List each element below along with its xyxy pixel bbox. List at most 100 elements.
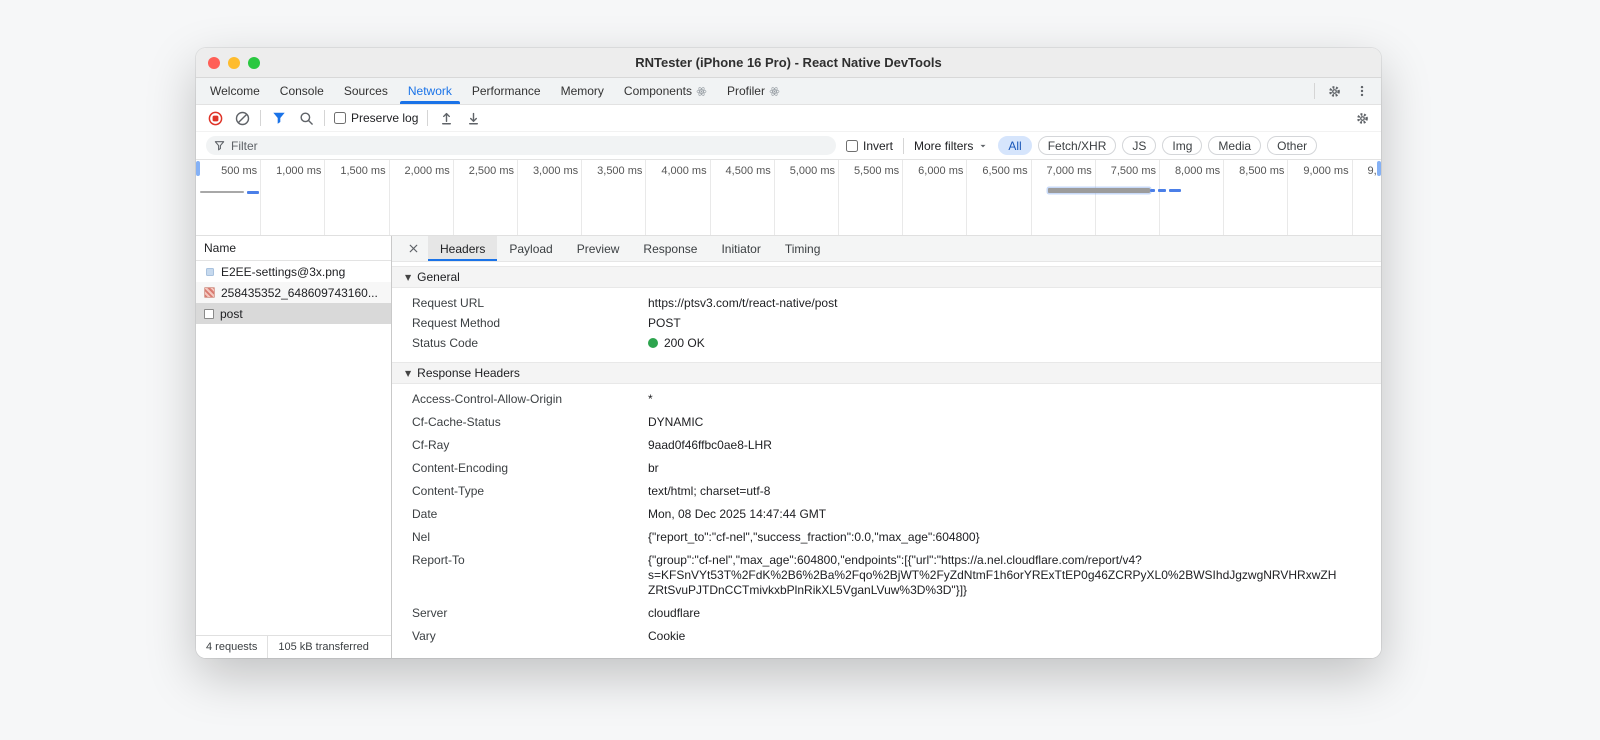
more-filters-dropdown[interactable]: More filters <box>914 139 988 153</box>
import-har-icon[interactable] <box>437 109 455 127</box>
detail-tab-payload[interactable]: Payload <box>497 236 564 261</box>
close-detail-icon[interactable] <box>404 240 422 258</box>
detail-tab-headers[interactable]: Headers <box>428 236 498 261</box>
section-header-response-headers[interactable]: ▼ Response Headers <box>392 362 1381 384</box>
window-titlebar[interactable]: RNTester (iPhone 16 Pro) - React Native … <box>196 48 1381 78</box>
header-row: Content-Type text/html; charset=utf-8 <box>392 480 1381 503</box>
header-row: Cf-Cache-Status DYNAMIC <box>392 411 1381 434</box>
main-tabs-container: Welcome Console Sources Network Performance M… <box>200 78 790 104</box>
network-toolbar: Preserve log <box>196 105 1381 132</box>
timeline-tick-label: 7,000 ms <box>1046 165 1092 177</box>
header-row: Content-Encoding br <box>392 457 1381 480</box>
timeline-gridline <box>902 160 904 235</box>
main-tab-memory[interactable]: Memory <box>551 78 614 104</box>
request-row-258435352-648609743160[interactable]: 258435352_648609743160... <box>196 282 391 303</box>
header-name: Status Code <box>412 336 479 350</box>
search-icon[interactable] <box>297 109 315 127</box>
checkbox-box <box>846 139 858 152</box>
close-window-button[interactable] <box>208 56 220 69</box>
main-tab-welcome[interactable]: Welcome <box>200 78 270 104</box>
chevron-down-icon <box>978 141 988 151</box>
type-pill-fetch-xhr[interactable]: Fetch/XHR <box>1037 136 1117 155</box>
detail-tab-response[interactable]: Response <box>631 236 709 261</box>
detail-tabs: Headers Payload Preview Response Initiator Ti… <box>392 236 1381 262</box>
requests-panel: Name E2EE-settings@3x.png 258435352_64860… <box>196 236 392 658</box>
request-name: E2EE-settings@3x.png <box>221 264 346 279</box>
name-column-header[interactable]: Name <box>196 236 391 261</box>
timeline-tick-label: 5,000 ms <box>789 165 835 177</box>
content-split: Name E2EE-settings@3x.png 258435352_64860… <box>196 236 1381 658</box>
type-pill-other[interactable]: Other <box>1267 136 1318 155</box>
timeline-scroll-indicator-right <box>1377 161 1381 176</box>
traffic-lights <box>208 56 260 69</box>
zoom-window-button[interactable] <box>248 56 260 69</box>
header-name: Report-To <box>412 553 465 567</box>
timeline-tick-label: 3,000 ms <box>532 165 579 177</box>
header-name: Server <box>412 606 448 620</box>
header-row: Date Mon, 08 Dec 2025 14:47:44 GMT <box>392 503 1381 526</box>
export-har-icon[interactable] <box>464 109 482 127</box>
main-tab-bar: Welcome Console Sources Network Performance M… <box>196 78 1381 105</box>
disclosure-triangle-icon: ▼ <box>405 272 412 282</box>
filter-bar: Filter Invert More filters All Fetch/XHR J… <box>196 132 1381 159</box>
request-list: E2EE-settings@3x.png 258435352_6486097431… <box>196 261 391 658</box>
filter-funnel-icon <box>214 140 225 151</box>
header-row: Access-Control-Allow-Origin * <box>392 388 1381 411</box>
divider <box>1314 83 1315 99</box>
main-tab-network[interactable]: Network <box>398 78 462 104</box>
detail-tab-label: Preview <box>576 241 620 256</box>
header-value: https://ptsv3.com/t/react-native/post <box>648 296 838 310</box>
type-pill-all[interactable]: All <box>998 136 1032 155</box>
request-row-e2ee-settings-3x-png[interactable]: E2EE-settings@3x.png <box>196 261 391 282</box>
main-tab-label: Console <box>279 84 324 98</box>
timeline-gridline <box>1159 160 1160 235</box>
main-tab-sources[interactable]: Sources <box>334 78 398 104</box>
header-name: Cf-Ray <box>412 438 450 452</box>
request-row-post[interactable]: post <box>196 303 391 324</box>
preserve-log-checkbox[interactable]: Preserve log <box>334 111 418 125</box>
filter-toggle-icon[interactable] <box>270 109 288 127</box>
header-value: Mon, 08 Dec 2025 14:47:44 GMT <box>648 507 827 521</box>
detail-tab-timing[interactable]: Timing <box>773 236 833 261</box>
divider <box>427 110 429 126</box>
timeline-gridline <box>1351 160 1353 235</box>
detail-tab-label: Response <box>643 241 698 256</box>
name-column-label: Name <box>204 241 237 255</box>
main-tab-label: Performance <box>471 84 541 98</box>
timeline-tick-label: 4,000 ms <box>661 165 707 177</box>
timeline-overview[interactable]: 500 ms 1,000 ms 1,500 ms 2,000 ms 2,500 ms 3,… <box>196 159 1381 236</box>
main-tab-label: Memory <box>560 84 604 98</box>
main-tab-performance[interactable]: Performance <box>462 78 551 104</box>
main-tab-console[interactable]: Console <box>270 78 334 104</box>
section-header-general[interactable]: ▼ General <box>392 266 1381 288</box>
invert-checkbox[interactable]: Invert <box>846 139 893 153</box>
clear-network-log-button[interactable] <box>233 109 251 127</box>
detail-tab-initiator[interactable]: Initiator <box>709 236 772 261</box>
main-tab-label: Welcome <box>210 84 260 98</box>
timeline-gridline <box>517 160 518 235</box>
timeline-gridline <box>581 160 583 235</box>
main-tab-profiler[interactable]: Profiler <box>717 78 790 104</box>
main-tab-label: Components <box>623 84 692 98</box>
waterfall-bar-segment <box>1150 189 1155 192</box>
record-network-log-button[interactable] <box>206 109 224 127</box>
timeline-tick-label: 8,500 ms <box>1239 165 1285 177</box>
waterfall-bar-segment <box>1158 189 1167 192</box>
main-tab-components[interactable]: Components <box>614 78 717 104</box>
filter-placeholder: Filter <box>231 138 258 153</box>
timeline-tick-label: 1,000 ms <box>276 165 322 177</box>
type-pill-media[interactable]: Media <box>1208 136 1262 155</box>
timeline-tick-label: 4,500 ms <box>725 165 771 177</box>
network-settings-gear-icon[interactable] <box>1353 109 1371 127</box>
detail-tab-preview[interactable]: Preview <box>565 236 632 261</box>
more-options-kebab-icon[interactable] <box>1353 82 1371 100</box>
type-pill-img[interactable]: Img <box>1162 136 1203 155</box>
minimize-window-button[interactable] <box>228 56 240 69</box>
settings-gear-icon[interactable] <box>1325 82 1343 100</box>
type-pill-js[interactable]: JS <box>1122 136 1157 155</box>
disclosure-triangle-icon: ▼ <box>405 368 412 378</box>
timeline-gridline <box>388 160 390 235</box>
filter-input[interactable]: Filter <box>206 136 836 155</box>
timeline-gridline <box>838 160 839 235</box>
divider <box>324 110 325 126</box>
